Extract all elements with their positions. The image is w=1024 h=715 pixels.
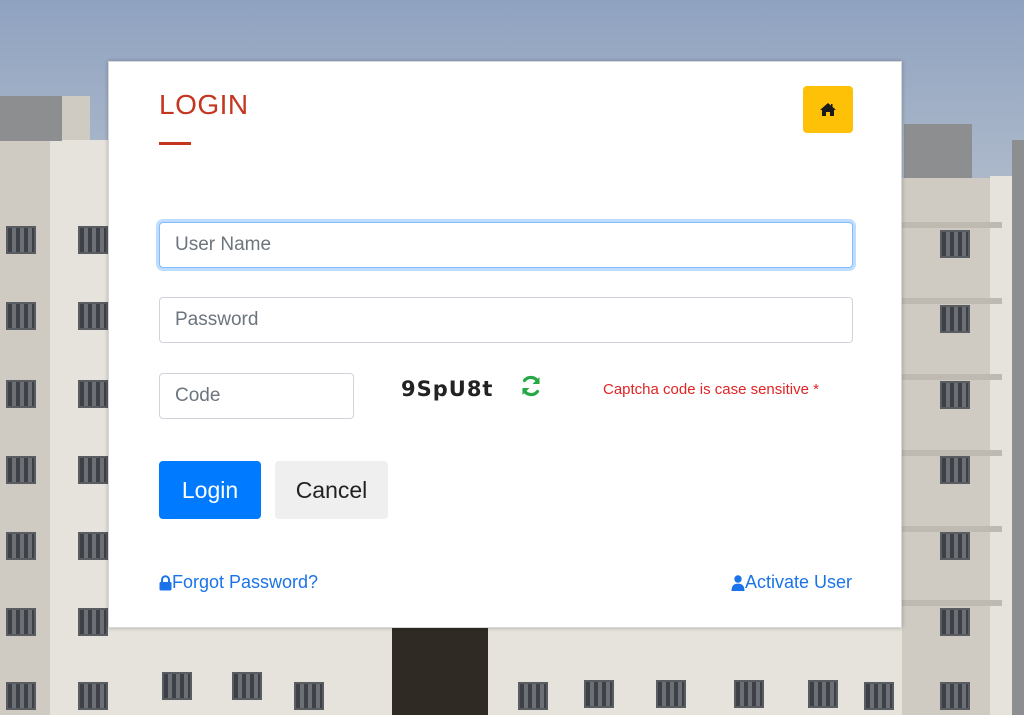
captcha-case-note: Captcha code is case sensitive * — [603, 381, 819, 398]
login-button[interactable]: Login — [159, 461, 261, 519]
user-icon — [731, 574, 745, 591]
activate-user-link[interactable]: Activate User — [731, 572, 852, 593]
password-input[interactable] — [159, 297, 853, 343]
captcha-code-input[interactable] — [159, 373, 354, 419]
page-title: LOGIN — [159, 89, 249, 120]
home-icon — [820, 103, 836, 116]
cancel-button[interactable]: Cancel — [275, 461, 388, 519]
forgot-password-label: Forgot Password? — [172, 572, 319, 592]
username-input[interactable] — [159, 222, 853, 268]
login-card: LOGIN 9SpU8t Captcha code is case sensit… — [108, 61, 902, 628]
refresh-icon[interactable] — [519, 374, 543, 398]
activate-user-label: Activate User — [744, 572, 852, 592]
building-bottom — [110, 628, 902, 715]
home-button[interactable] — [803, 86, 853, 133]
captcha-image: 9SpU8t — [401, 377, 494, 401]
lock-icon — [159, 574, 172, 590]
title-underline — [159, 142, 191, 145]
forgot-password-link[interactable]: Forgot Password? — [159, 572, 318, 593]
